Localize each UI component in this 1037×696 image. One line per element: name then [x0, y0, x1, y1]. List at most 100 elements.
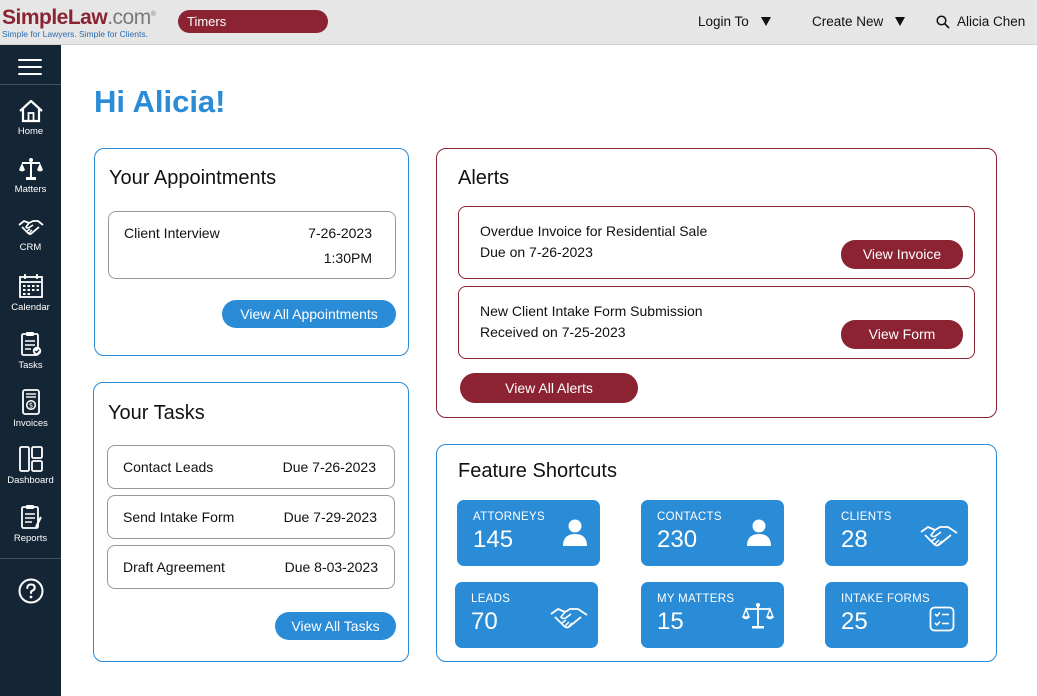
sidebar-divider	[0, 558, 61, 559]
sidebar: Home Matters CRM Calendar Tasks $ Invoic…	[0, 45, 61, 696]
sidebar-item-invoices[interactable]: $ Invoices	[0, 389, 61, 429]
view-all-appointments-button[interactable]: View All Appointments	[222, 300, 396, 328]
top-bar: SimpleLaw.com® Simple for Lawyers. Simpl…	[0, 0, 1037, 45]
appointment-item[interactable]: Client Interview 7-26-2023 1:30PM	[108, 211, 396, 279]
sidebar-item-calendar[interactable]: Calendar	[0, 273, 61, 313]
report-icon	[20, 505, 42, 529]
tile-value: 25	[841, 608, 868, 635]
calendar-icon	[18, 274, 43, 298]
tile-value: 70	[471, 608, 498, 635]
handshake-icon	[550, 608, 588, 629]
sidebar-item-label: Invoices	[13, 418, 48, 429]
tile-value: 15	[657, 608, 684, 635]
caret-down-icon	[895, 17, 906, 26]
alert-subtext: Due on 7-26-2023	[480, 244, 593, 260]
task-name: Send Intake Form	[123, 509, 235, 525]
sidebar-item-matters[interactable]: Matters	[0, 157, 61, 195]
home-icon	[18, 99, 43, 123]
user-name: Alicia Chen	[957, 14, 1026, 29]
login-to-menu[interactable]: Login To	[698, 14, 771, 29]
alert-text: Overdue Invoice for Residential Sale	[480, 223, 708, 239]
appointment-name: Client Interview	[124, 225, 220, 241]
handshake-icon	[17, 220, 44, 235]
view-invoice-button[interactable]: View Invoice	[841, 240, 963, 269]
hamburger-menu-icon[interactable]	[18, 59, 42, 77]
scales-icon	[18, 158, 43, 180]
alert-item: Overdue Invoice for Residential Sale Due…	[458, 206, 975, 279]
scales-icon	[742, 603, 774, 629]
sidebar-item-label: Home	[17, 126, 44, 137]
sidebar-item-label: CRM	[19, 242, 42, 253]
tile-label: CONTACTS	[657, 511, 722, 523]
sidebar-item-label: Matters	[14, 184, 47, 195]
appointment-time: 1:30PM	[323, 250, 372, 266]
feature-shortcuts-card: Feature Shortcuts ATTORNEYS 145 CONTACTS…	[436, 444, 997, 662]
help-icon	[18, 578, 43, 604]
help-button[interactable]	[0, 578, 61, 604]
tasks-title: Your Tasks	[108, 402, 205, 424]
sidebar-item-label: Reports	[13, 533, 48, 544]
caret-down-icon	[760, 17, 771, 26]
sidebar-item-label: Dashboard	[7, 475, 54, 486]
sidebar-item-reports[interactable]: Reports	[0, 504, 61, 544]
create-new-label: Create New	[812, 14, 884, 29]
svg-text:$: $	[28, 402, 32, 410]
tile-value: 145	[473, 526, 514, 553]
handshake-icon	[920, 526, 958, 547]
simplelaw-logo[interactable]: SimpleLaw.com® Simple for Lawyers. Simpl…	[2, 4, 156, 40]
task-name: Contact Leads	[123, 459, 214, 475]
task-due: Due 8-03-2023	[284, 559, 378, 575]
task-item[interactable]: Contact Leads Due 7-26-2023	[107, 445, 395, 489]
sidebar-item-tasks[interactable]: Tasks	[0, 331, 61, 371]
appointments-title: Your Appointments	[109, 167, 277, 189]
appointment-date: 7-26-2023	[308, 225, 372, 241]
alert-subtext: Received on 7-25-2023	[480, 324, 626, 340]
sidebar-item-dashboard[interactable]: Dashboard	[0, 446, 61, 486]
shortcut-my-matters[interactable]: MY MATTERS 15	[641, 582, 784, 648]
create-new-menu[interactable]: Create New	[812, 14, 906, 29]
task-due: Due 7-26-2023	[282, 459, 376, 475]
clipboard-check-icon	[20, 332, 41, 356]
task-item[interactable]: Draft Agreement Due 8-03-2023	[107, 545, 395, 589]
tile-label: INTAKE FORMS	[841, 593, 931, 605]
task-due: Due 7-29-2023	[283, 509, 377, 525]
appointments-card: Your Appointments Client Interview 7-26-…	[94, 148, 409, 356]
user-search[interactable]: Alicia Chen	[936, 14, 1025, 29]
timers-button[interactable]: Timers	[178, 10, 328, 33]
sidebar-item-label: Tasks	[18, 360, 43, 371]
invoice-icon: $	[21, 389, 40, 415]
timers-label: Timers	[187, 14, 227, 29]
logo-law: Law	[67, 6, 108, 29]
shortcut-attorneys[interactable]: ATTORNEYS 145	[457, 500, 600, 566]
alerts-title: Alerts	[458, 167, 510, 189]
shortcut-leads[interactable]: LEADS 70	[455, 582, 598, 648]
search-icon	[936, 14, 950, 29]
tile-value: 230	[657, 526, 698, 553]
person-icon	[563, 519, 587, 546]
sidebar-item-home[interactable]: Home	[0, 99, 61, 137]
alert-item: New Client Intake Form Submission Receiv…	[458, 286, 975, 359]
tile-label: ATTORNEYS	[473, 511, 545, 523]
shortcut-contacts[interactable]: CONTACTS 230	[641, 500, 784, 566]
sidebar-item-crm[interactable]: CRM	[0, 217, 61, 253]
dashboard-icon	[18, 446, 43, 472]
alert-text: New Client Intake Form Submission	[480, 303, 703, 319]
logo-com: .com	[107, 6, 151, 29]
view-all-alerts-button[interactable]: View All Alerts	[460, 373, 638, 403]
tile-label: LEADS	[471, 593, 511, 605]
page-title: Hi Alicia!	[94, 84, 226, 119]
task-item[interactable]: Send Intake Form Due 7-29-2023	[107, 495, 395, 539]
sidebar-item-label: Calendar	[11, 302, 50, 313]
view-all-tasks-button[interactable]: View All Tasks	[275, 612, 396, 640]
tile-label: MY MATTERS	[657, 593, 735, 605]
login-to-label: Login To	[698, 14, 749, 29]
shortcut-intake-forms[interactable]: INTAKE FORMS 25	[825, 582, 968, 648]
shortcut-clients[interactable]: CLIENTS 28	[825, 500, 968, 566]
tile-label: CLIENTS	[841, 511, 892, 523]
logo-simple: Simple	[2, 6, 68, 29]
shortcuts-title: Feature Shortcuts	[458, 460, 617, 482]
tile-value: 28	[841, 526, 868, 553]
form-checklist-icon	[929, 606, 955, 632]
view-form-button[interactable]: View Form	[841, 320, 963, 349]
alerts-card: Alerts Overdue Invoice for Residential S…	[436, 148, 997, 418]
